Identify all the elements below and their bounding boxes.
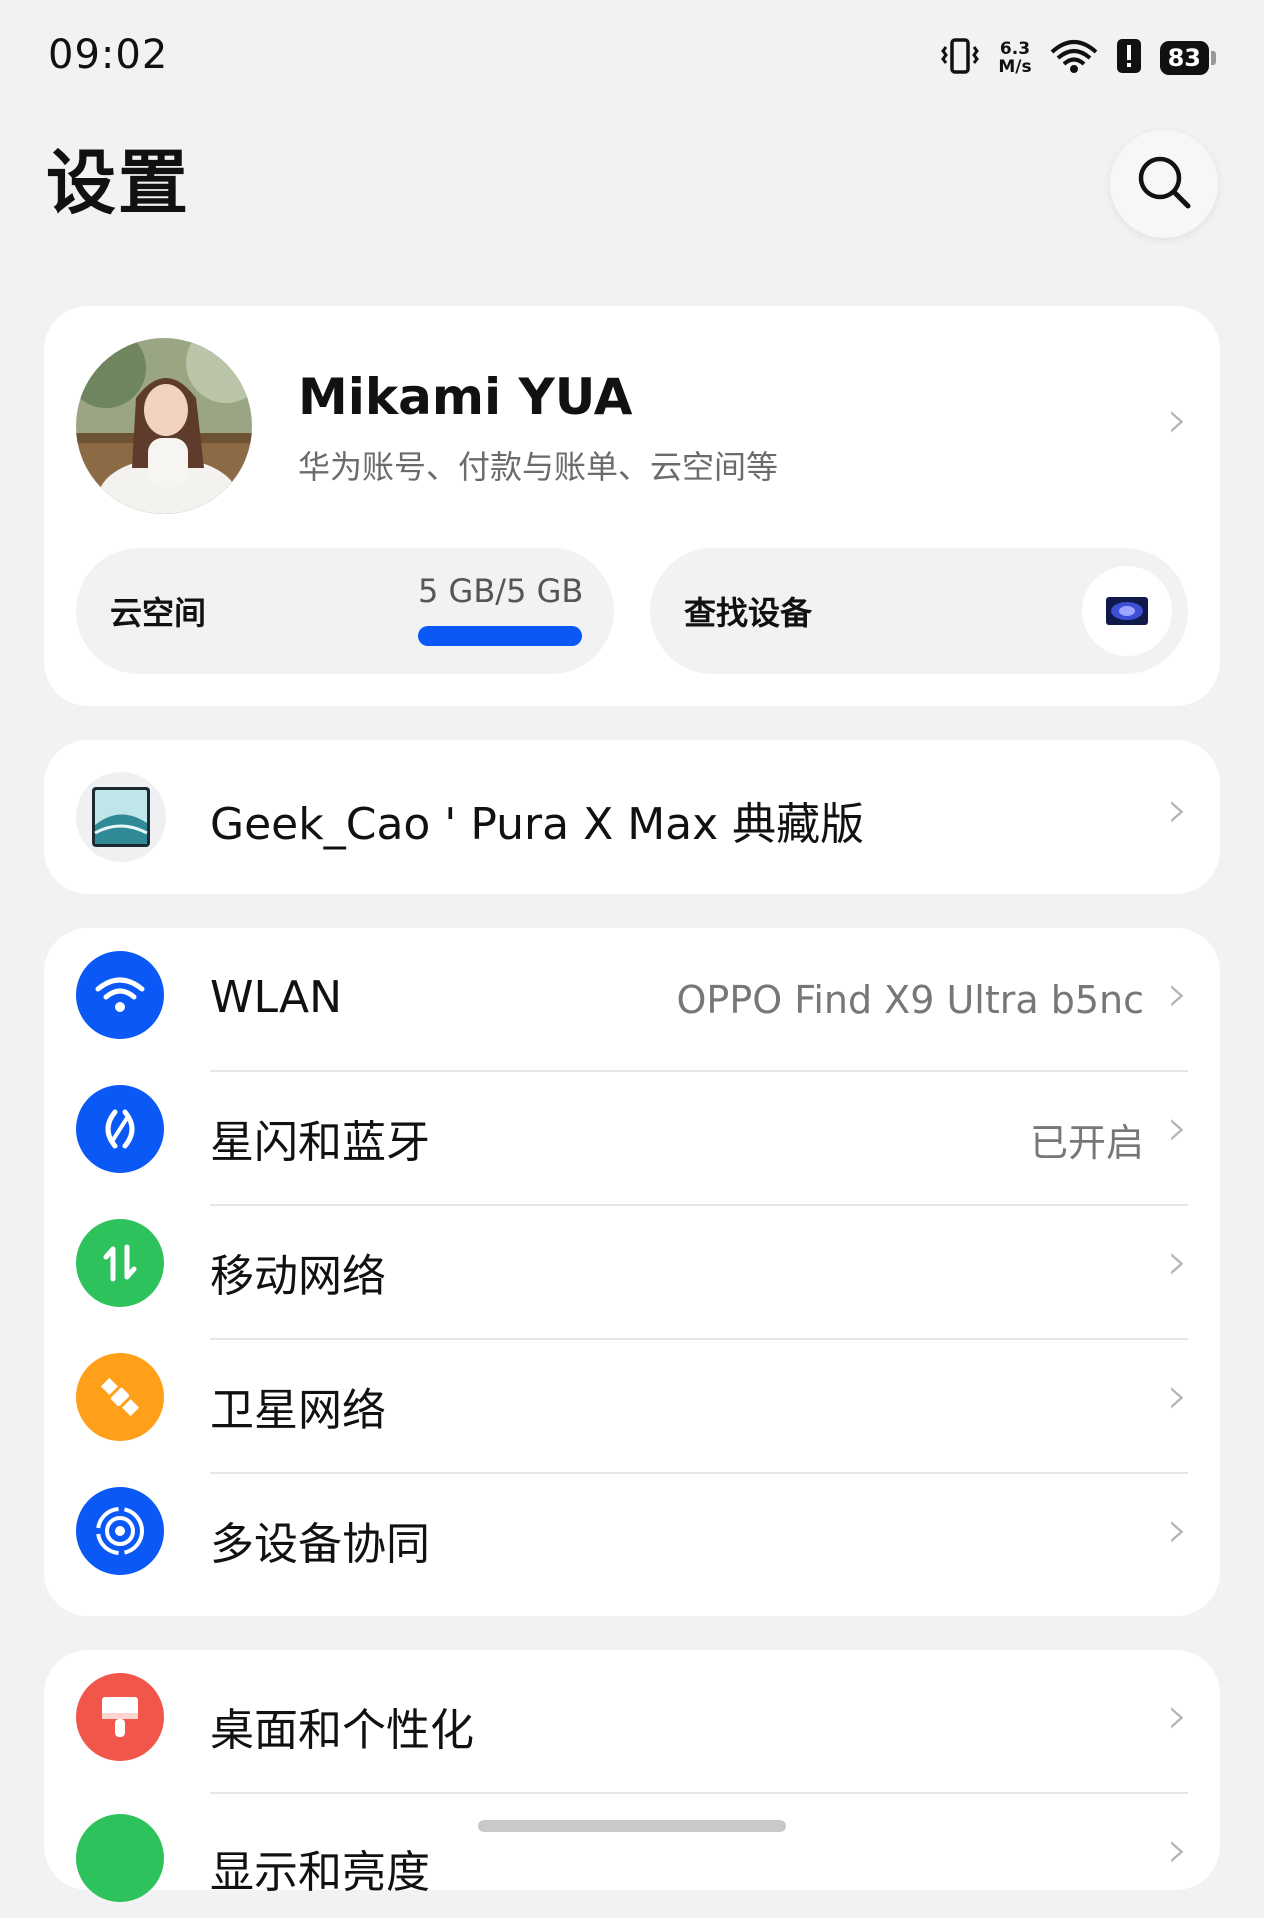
chevron-right-icon: › (1167, 1686, 1188, 1746)
status-time: 09:02 (48, 32, 169, 78)
account-card[interactable]: Mikami YUA 华为账号、付款与账单、云空间等 › 云空间 5 GB/5 … (44, 306, 1220, 706)
status-icons: 6.3 M/s 83 (940, 36, 1216, 80)
wifi-icon (76, 951, 164, 1039)
multi-device-label: 多设备协同 (210, 1519, 430, 1570)
desktop-personalization-label: 桌面和个性化 (210, 1705, 474, 1756)
cloud-storage-label: 云空间 (110, 594, 207, 632)
list-item-display-brightness[interactable]: 显示和亮度 › (44, 1784, 1220, 1918)
wifi-icon (1050, 38, 1098, 78)
satellite-network-label: 卫星网络 (210, 1385, 386, 1436)
multi-device-icon (76, 1487, 164, 1575)
chevron-right-icon: › (1167, 1098, 1188, 1158)
find-device-label: 查找设备 (684, 594, 813, 632)
list-item-multi-device[interactable]: 多设备协同 › (44, 1464, 1220, 1598)
display-brightness-label: 显示和亮度 (210, 1847, 430, 1898)
chevron-right-icon: › (1167, 1366, 1188, 1426)
device-card[interactable]: Geek_Cao ' Pura X Max 典藏版 › (44, 740, 1220, 894)
satellite-icon (76, 1353, 164, 1441)
list-item-mobile-network[interactable]: 移动网络 › (44, 1196, 1220, 1330)
list-item-bluetooth[interactable]: 星闪和蓝牙 已开启 › (44, 1062, 1220, 1196)
battery-icon: 83 (1159, 41, 1216, 75)
list-item-wlan[interactable]: WLAN OPPO Find X9 Ultra b5nc › (44, 928, 1220, 1062)
account-name: Mikami YUA (298, 368, 633, 426)
account-subtitle: 华为账号、付款与账单、云空间等 (298, 448, 779, 486)
chevron-right-icon: › (1167, 390, 1188, 450)
brush-icon (76, 1673, 164, 1761)
page-title: 设置 (46, 142, 190, 224)
cloud-storage-button[interactable]: 云空间 5 GB/5 GB (76, 548, 614, 674)
mobile-network-label: 移动网络 (210, 1251, 386, 1302)
home-indicator[interactable] (478, 1820, 786, 1832)
bluetooth-icon (76, 1085, 164, 1173)
chevron-right-icon: › (1167, 1232, 1188, 1292)
chevron-right-icon: › (1167, 1820, 1188, 1880)
wlan-label: WLAN (210, 972, 343, 1023)
list-item-desktop-personalization[interactable]: 桌面和个性化 › (44, 1650, 1220, 1784)
mobile-data-icon (76, 1219, 164, 1307)
wlan-value: OPPO Find X9 Ultra b5nc (676, 978, 1145, 1022)
bluetooth-value: 已开启 (1029, 1121, 1144, 1165)
personalization-list: 桌面和个性化 › 显示和亮度 › (44, 1650, 1220, 1902)
search-button[interactable] (1110, 130, 1218, 238)
chevron-right-icon: › (1167, 1500, 1188, 1560)
list-item-satellite-network[interactable]: 卫星网络 › (44, 1330, 1220, 1464)
avatar[interactable] (76, 338, 252, 514)
chevron-right-icon: › (1167, 964, 1188, 1024)
cloud-storage-bar (418, 626, 582, 646)
tablet-icon (76, 772, 166, 862)
connectivity-list: WLAN OPPO Find X9 Ultra b5nc › 星闪和蓝牙 已开启… (44, 928, 1220, 1616)
status-bar: 09:02 6.3 M/s 83 (0, 0, 1264, 110)
chevron-right-icon: › (1167, 780, 1188, 840)
device-name: Geek_Cao ' Pura X Max 典藏版 (210, 799, 865, 850)
vibrate-icon (940, 38, 980, 78)
display-icon (76, 1814, 164, 1902)
bluetooth-label: 星闪和蓝牙 (210, 1117, 430, 1168)
alert-icon (1116, 38, 1142, 78)
cloud-storage-usage: 5 GB/5 GB (418, 572, 584, 610)
search-icon (1134, 152, 1194, 216)
find-device-button[interactable]: 查找设备 (650, 548, 1188, 674)
find-device-icon (1082, 566, 1172, 656)
net-speed: 6.3 M/s (998, 39, 1032, 77)
